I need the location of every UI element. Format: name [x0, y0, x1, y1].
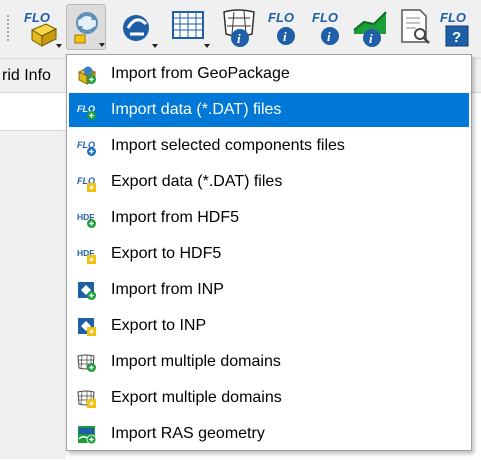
menu-item-label: Import from HDF5 — [111, 209, 240, 226]
menu-item-label: Export multiple domains — [111, 389, 282, 406]
toolbar-grip[interactable] — [6, 14, 10, 42]
flo-import-selected-icon: FLO — [77, 140, 96, 156]
svg-text:?: ? — [452, 29, 461, 46]
svg-text:FLO: FLO — [440, 10, 466, 25]
menu-item-export-dat[interactable]: FLO Export data (*.DAT) files — [69, 165, 469, 199]
menu-item-label: Export to HDF5 — [111, 245, 222, 262]
flo-info-icon: FLO i — [312, 10, 339, 45]
svg-text:i: i — [283, 29, 287, 44]
import-export-menu: Import from GeoPackage FLO Import data (… — [66, 54, 472, 451]
flo-export-icon: FLO — [77, 176, 96, 192]
menu-item-label: Import selected components files — [111, 137, 345, 154]
menu-item-import-multi-domain[interactable]: Import multiple domains — [69, 345, 469, 379]
menu-item-label: Import multiple domains — [111, 353, 281, 370]
svg-text:FLO: FLO — [24, 10, 50, 25]
menu-item-import-ras[interactable]: Import RAS geometry — [69, 417, 469, 451]
report-viewer-button[interactable] — [396, 4, 436, 50]
menu-item-label: Import from INP — [111, 281, 224, 298]
report-search-icon — [401, 9, 430, 44]
menu-item-label: Import data (*.DAT) files — [111, 101, 282, 118]
geopackage-import-icon — [78, 66, 96, 85]
svg-text:FLO: FLO — [312, 10, 338, 25]
flo-help-button[interactable]: FLO ? — [438, 4, 478, 50]
grid-table-button[interactable] — [170, 4, 210, 50]
hdf-import-icon: HDF — [77, 212, 96, 228]
menu-item-import-inp[interactable]: Import from INP — [69, 273, 469, 307]
svg-text:FLO: FLO — [268, 10, 294, 25]
inp-import-icon — [78, 282, 96, 300]
multi-domain-import-icon — [77, 354, 96, 372]
profile-info-icon: i — [353, 11, 387, 47]
flo-import-icon: FLO — [77, 104, 96, 120]
menu-item-import-geopackage[interactable]: Import from GeoPackage — [69, 57, 469, 91]
profile-info-button[interactable]: i — [352, 4, 392, 50]
svg-text:i: i — [327, 29, 331, 44]
flo-info-button-1[interactable]: FLO i — [266, 4, 306, 50]
toolbar: FLO i FLO i FLO i i FLO ? — [0, 0, 481, 58]
menu-item-export-multi-domain[interactable]: Export multiple domains — [69, 381, 469, 415]
grid-info-tab-label[interactable]: rid Info — [2, 67, 51, 85]
menu-item-label: Import from GeoPackage — [111, 65, 290, 82]
menu-item-export-hdf5[interactable]: HDF Export to HDF5 — [69, 237, 469, 271]
menu-item-import-hdf5[interactable]: HDF Import from HDF5 — [69, 201, 469, 235]
svg-text:i: i — [369, 31, 373, 46]
flo-help-icon: FLO ? — [440, 10, 469, 47]
grid-info-icon: i — [223, 9, 255, 47]
menu-item-label: Import RAS geometry — [111, 425, 265, 442]
grid-info-button[interactable]: i — [220, 4, 260, 50]
menu-item-import-dat[interactable]: FLO Import data (*.DAT) files — [69, 93, 469, 127]
panel-lower-area — [0, 131, 66, 459]
multi-domain-export-icon — [77, 390, 96, 408]
inp-export-icon — [78, 318, 96, 336]
hdf-export-icon: HDF — [77, 248, 96, 264]
flo-info-button-2[interactable]: FLO i — [310, 4, 350, 50]
import-export-button[interactable] — [66, 4, 106, 50]
flo-editor-button[interactable] — [118, 4, 158, 50]
menu-item-export-inp[interactable]: Export to INP — [69, 309, 469, 343]
menu-item-import-selected[interactable]: FLO Import selected components files — [69, 129, 469, 163]
flo2d-settings-button[interactable]: FLO — [22, 4, 62, 50]
ras-import-icon — [78, 426, 97, 445]
menu-item-label: Export data (*.DAT) files — [111, 173, 283, 190]
svg-text:i: i — [237, 31, 241, 46]
menu-item-label: Export to INP — [111, 317, 207, 334]
flo-info-icon: FLO i — [268, 10, 295, 45]
